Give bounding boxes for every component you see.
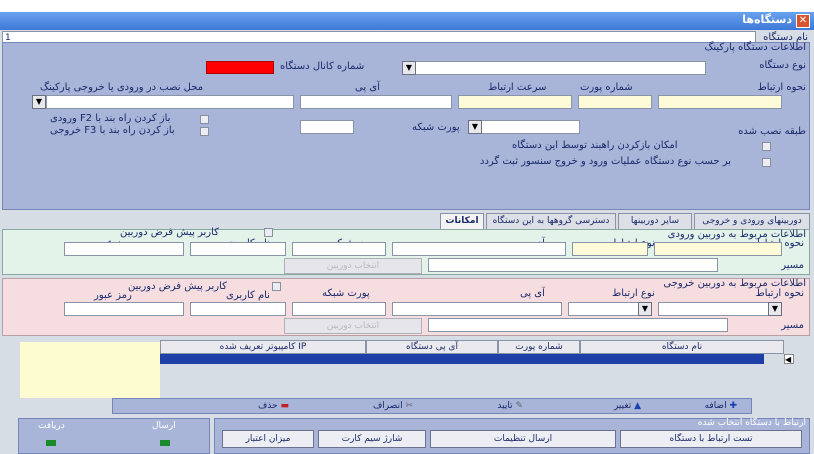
ip-label: آی پی	[355, 82, 380, 93]
edit-icon: ▲	[634, 401, 641, 411]
grid-col-computer-ip[interactable]: IP کامپیوتر تعریف شده	[160, 340, 366, 354]
connection-mode-input[interactable]	[658, 95, 782, 109]
charge-card-button[interactable]: شارژ سیم کارت	[318, 430, 426, 448]
device-type-dropdown-icon[interactable]: ▼	[402, 61, 416, 75]
send-label: ارسال	[152, 421, 176, 431]
row-indicator-icon: ◀	[784, 354, 794, 364]
grid-selected-row[interactable]	[160, 354, 764, 364]
exit-select-camera-button[interactable]: انتخاب دوربین	[284, 318, 422, 334]
grid-empty-area	[20, 342, 160, 398]
port-number-input[interactable]	[578, 95, 652, 109]
close-button[interactable]: ✕	[796, 14, 810, 28]
port-number-label: شماره پورت	[580, 82, 633, 93]
ip-input[interactable]	[300, 95, 452, 109]
entry-connection-mode-input[interactable]	[654, 242, 782, 256]
credit-button[interactable]: میزان اعتبار	[222, 430, 314, 448]
connection-group-label: ارتباط با دستگاه انتخاب شده	[697, 418, 806, 428]
edit-button[interactable]: ▲ تغییر	[614, 399, 641, 413]
f3-label: باز کردن راه بند با F3 خروجی	[50, 125, 175, 136]
grid-col-device-name[interactable]: نام دستگاه	[580, 340, 784, 354]
log-sensor-checkbox[interactable]	[762, 158, 771, 167]
entry-connection-type-input[interactable]	[572, 242, 648, 256]
tab-features[interactable]: امکانات	[440, 213, 484, 229]
exit-path-label: مسیر	[781, 320, 804, 331]
confirm-button[interactable]: ✎ تایید	[497, 399, 523, 413]
channel-indicator	[206, 61, 274, 74]
entry-network-port-input[interactable]	[292, 242, 386, 256]
send-settings-button[interactable]: ارسال تنظیمات	[430, 430, 616, 448]
entry-ip-input[interactable]	[392, 242, 566, 256]
entry-select-camera-button[interactable]: انتخاب دوربین	[284, 258, 422, 274]
entry-username-input[interactable]	[190, 242, 286, 256]
device-type-select[interactable]	[414, 61, 706, 75]
entry-password-input[interactable]	[64, 242, 184, 256]
exit-username-label: نام کاربری	[226, 290, 270, 301]
tab-group-access[interactable]: دسترسی گروهها به این دستگاه	[486, 213, 616, 229]
parking-info-group-label: اطلاعات دستگاه پارکینگ	[704, 42, 806, 53]
network-port-input[interactable]	[300, 120, 354, 134]
tab-other-cameras[interactable]: سایر دوربینها	[618, 213, 692, 229]
receive-indicator	[46, 440, 56, 446]
exit-ip-input[interactable]	[392, 302, 562, 316]
install-location-select[interactable]	[46, 95, 294, 109]
delete-button[interactable]: ▬ حذف	[258, 399, 289, 413]
exit-ip-label: آی پی	[520, 288, 545, 299]
channel-label: شماره کانال دستگاه	[280, 61, 365, 72]
exit-connection-type-dropdown-icon[interactable]: ▼	[638, 302, 652, 316]
speed-input[interactable]	[458, 95, 572, 109]
network-port-label: پورت شبکه	[412, 122, 460, 133]
window-title: دستگاه‌ها	[742, 13, 792, 26]
tab-main-cameras[interactable]: دوربینهای ورودی و خروجی اصلی	[694, 213, 810, 240]
install-floor-select[interactable]	[480, 120, 580, 134]
install-location-dropdown-icon[interactable]: ▼	[32, 95, 46, 109]
add-icon: ✚	[729, 401, 737, 411]
title-bar	[0, 12, 814, 30]
send-indicator	[160, 440, 170, 446]
install-floor-label: طبقه نصب شده	[738, 126, 806, 137]
device-type-label: نوع دستگاه	[759, 60, 806, 71]
exit-default-user-label: کاربر پیش فرض دوربین	[128, 281, 227, 292]
exit-network-port-label: پورت شبکه	[322, 288, 370, 299]
exit-password-label: رمز عبور	[94, 290, 132, 301]
cancel-icon: ✂	[405, 401, 413, 411]
add-button[interactable]: ✚ اضافه	[705, 399, 737, 413]
install-floor-dropdown-icon[interactable]: ▼	[468, 120, 482, 134]
exit-password-input[interactable]	[64, 302, 184, 316]
grid-col-port[interactable]: شماره پورت	[498, 340, 580, 354]
connection-mode-label: نحوه ارتباط	[757, 82, 806, 93]
exit-connection-mode-dropdown-icon[interactable]: ▼	[768, 302, 782, 316]
exit-path-input[interactable]	[428, 318, 728, 332]
exit-connection-type-label: نوع ارتباط	[612, 288, 655, 299]
f3-checkbox[interactable]	[200, 127, 209, 136]
exit-connection-mode-select[interactable]	[658, 302, 782, 316]
devices-window: دستگاه‌ها ✕ نام دستگاه 1 اطلاعات دستگاه …	[0, 0, 814, 454]
test-connection-button[interactable]: تست ارتباط با دستگاه	[620, 430, 802, 448]
entry-default-user-checkbox[interactable]	[264, 228, 273, 237]
confirm-icon: ✎	[515, 401, 523, 411]
entry-default-user-label: کاربر پیش فرض دوربین	[120, 227, 219, 238]
delete-icon: ▬	[280, 401, 289, 411]
entry-path-label: مسیر	[781, 260, 804, 271]
grid-col-device-ip[interactable]: آی پی دستگاه	[366, 340, 498, 354]
exit-network-port-input[interactable]	[292, 302, 386, 316]
f2-label: باز کردن راه بند با F2 ورودی	[50, 113, 171, 124]
receive-label: دریافت	[38, 421, 65, 431]
exit-connection-mode-label: نحوه ارتباط	[755, 288, 804, 299]
exit-username-input[interactable]	[190, 302, 286, 316]
open-barrier-checkbox[interactable]	[762, 142, 771, 151]
entry-path-input[interactable]	[428, 258, 718, 272]
f2-checkbox[interactable]	[200, 115, 209, 124]
open-barrier-label: امکان بازکردن راهبند توسط این دستگاه	[512, 140, 678, 151]
log-sensor-label: بر حسب نوع دستگاه عملیات ورود و خروج سنس…	[480, 156, 731, 167]
speed-label: سرعت ارتباط	[488, 82, 547, 93]
install-location-label: محل نصب در ورودی یا خروجی پارکینگ	[40, 82, 204, 93]
exit-default-user-checkbox[interactable]	[272, 282, 281, 291]
cancel-button[interactable]: ✂ انصراف	[373, 399, 413, 413]
toolbar: ✚ اضافه ▲ تغییر ✎ تایید ✂ انصراف ▬ حذف	[112, 398, 752, 414]
